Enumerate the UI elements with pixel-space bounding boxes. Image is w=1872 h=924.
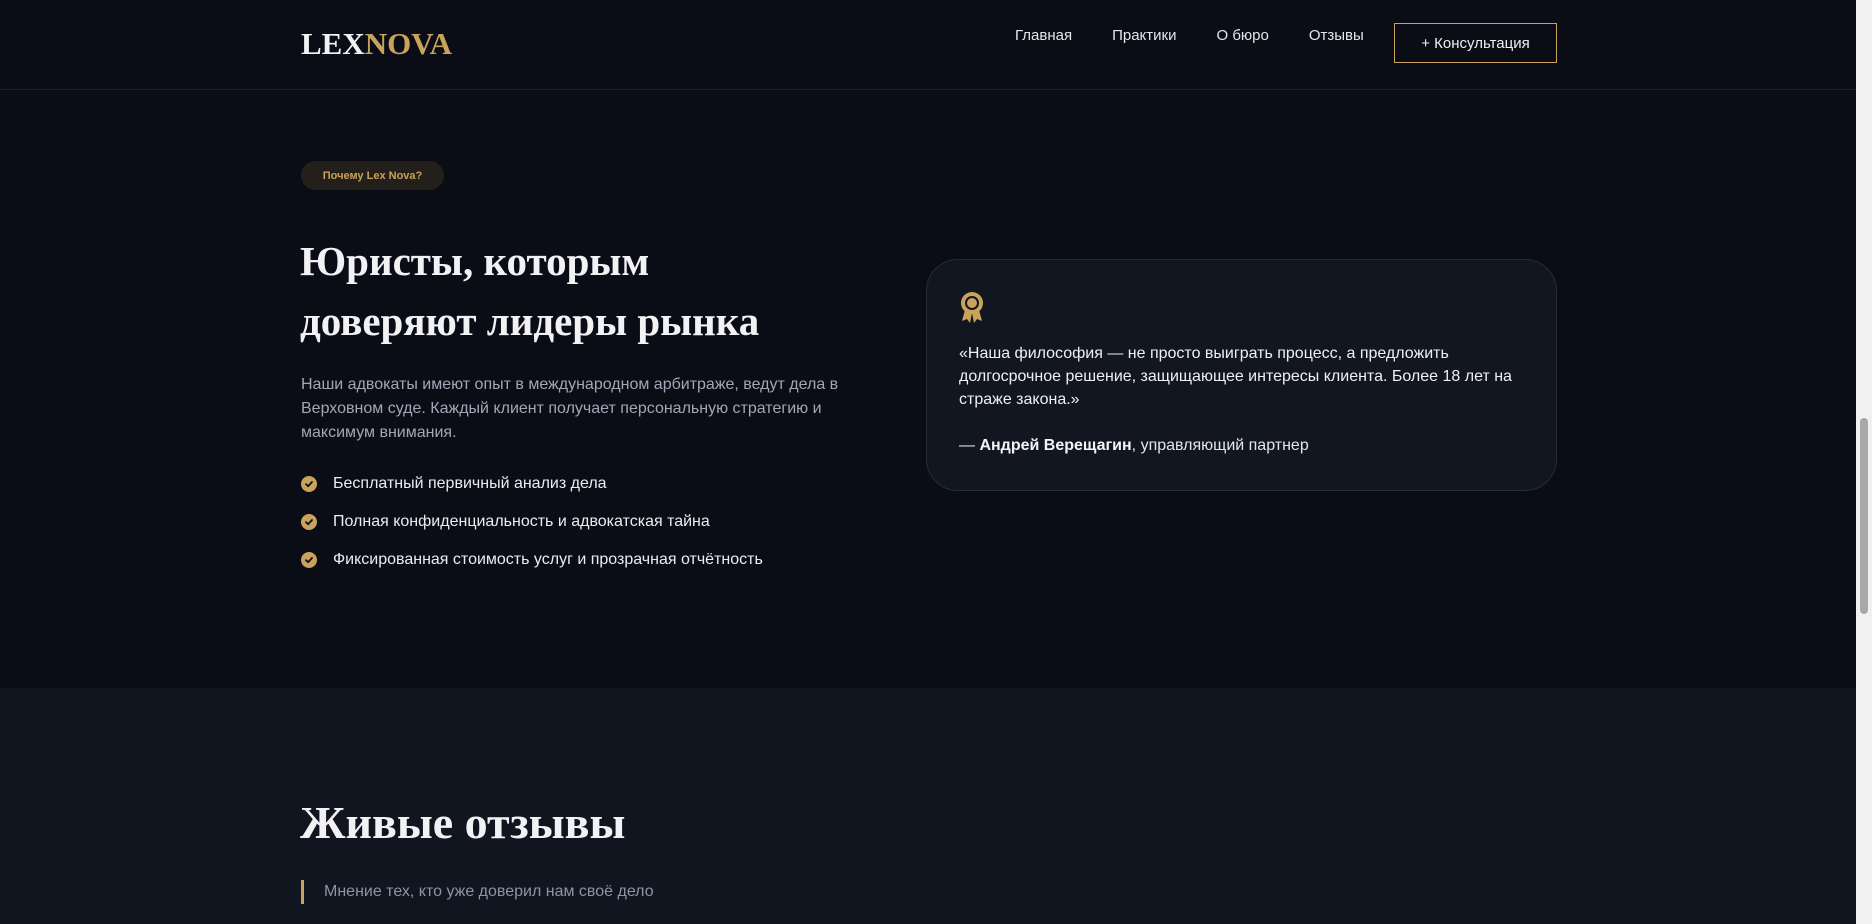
author-prefix: — (959, 437, 980, 454)
reviews-title: Живые отзывы (300, 797, 626, 848)
nav-link-practices[interactable]: Практики (1112, 27, 1176, 44)
feature-text: Бесплатный первичный анализ дела (333, 475, 607, 492)
check-icon (301, 552, 317, 568)
feature-text: Полная конфиденциальность и адвокатская … (333, 513, 710, 530)
check-icon (301, 476, 317, 492)
quote-text: «Наша философия — не просто выиграть про… (959, 345, 1512, 408)
list-item: Полная конфиденциальность и адвокатская … (301, 512, 763, 532)
scrollbar-thumb[interactable] (1860, 418, 1868, 614)
page: LEXNOVA Главная Практики О бюро Отзывы +… (0, 0, 1872, 924)
logo-nova: NOVA (364, 26, 453, 61)
site-header: LEXNOVA Главная Практики О бюро Отзывы +… (0, 0, 1856, 90)
page-scrollbar[interactable] (1856, 0, 1872, 924)
author-name: Андрей Верещагин (979, 437, 1132, 454)
logo[interactable]: LEXNOVA (301, 26, 452, 62)
list-item: Фиксированная стоимость услуг и прозрачн… (301, 550, 763, 570)
reviews-section: Живые отзывы Мнение тех, кто уже доверил… (0, 688, 1856, 924)
nav-link-reviews[interactable]: Отзывы (1309, 27, 1364, 44)
section-lead: Наши адвокаты имеют опыт в международном… (301, 376, 839, 441)
quote-author: — Андрей Верещагин, управляющий партнер (959, 437, 1309, 455)
check-icon (301, 514, 317, 530)
author-role: , управляющий партнер (1131, 437, 1309, 454)
list-item: Бесплатный первичный анализ дела (301, 474, 763, 494)
award-icon (958, 290, 986, 329)
consultation-button[interactable]: + Консультация (1394, 23, 1557, 63)
reviews-subtitle: Мнение тех, кто уже доверил нам своё дел… (301, 880, 654, 904)
nav-link-about[interactable]: О бюро (1216, 27, 1268, 44)
section-headline: Юристы, которым доверяют лидеры рынка (300, 231, 880, 351)
headline-line-2: доверяют лидеры рынка (300, 298, 760, 344)
feature-text: Фиксированная стоимость услуг и прозрачн… (333, 551, 763, 568)
section-badge: Почему Lex Nova? (301, 161, 444, 190)
feature-list: Бесплатный первичный анализ дела Полная … (301, 474, 763, 588)
quote-card: «Наша философия — не просто выиграть про… (926, 259, 1557, 491)
headline-line-1: Юристы, которым (300, 238, 650, 284)
why-section: Почему Lex Nova? Юристы, которым доверяю… (0, 91, 1856, 687)
logo-lex: LEX (301, 26, 365, 61)
main-nav: Главная Практики О бюро Отзывы (1015, 27, 1404, 44)
nav-link-home[interactable]: Главная (1015, 27, 1072, 44)
